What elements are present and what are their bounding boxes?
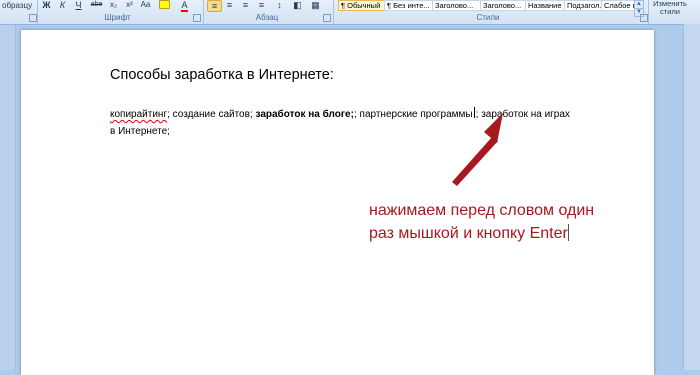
instruction-annotation: нажимаем перед словом один раз мышкой и … (369, 199, 594, 245)
group-separator (333, 0, 334, 24)
document-page[interactable]: Способы заработка в Интернете: копирайти… (21, 30, 654, 375)
highlighter-icon (159, 0, 170, 9)
bold-button[interactable]: Ж (40, 0, 53, 10)
align-right-button[interactable]: ≡ (239, 0, 252, 10)
text-run: ; партнерские программы (353, 109, 473, 120)
styles-launcher-icon[interactable] (640, 14, 648, 22)
subscript-button[interactable]: x₂ (107, 0, 120, 10)
change-case-button[interactable]: Aa (139, 0, 152, 10)
change-styles-button[interactable]: Изменить стили (650, 0, 690, 23)
superscript-button[interactable]: x² (123, 0, 136, 10)
misspelled-word: копирайтинг (110, 109, 168, 120)
paragraph-launcher-icon[interactable] (323, 14, 331, 22)
style-subtitle[interactable]: Подзагол... (564, 0, 602, 11)
group-separator (648, 0, 649, 24)
font-group-label: Шрифт (104, 13, 131, 22)
annotation-line-1: нажимаем перед словом один (369, 202, 595, 219)
style-normal[interactable]: ¶ Обычный (338, 0, 385, 11)
text-run: заработок на играх (481, 109, 570, 120)
group-separator (37, 0, 38, 24)
underline-button[interactable]: Ч (72, 0, 85, 10)
line-spacing-button[interactable]: ↕ (273, 0, 286, 10)
text-run: ; создание сайтов; (167, 109, 256, 120)
font-launcher-icon[interactable] (193, 14, 201, 22)
shading-button[interactable]: ◧ (291, 0, 304, 10)
document-heading: Способы заработка в Интернете: (110, 67, 334, 83)
vertical-scrollbar[interactable] (683, 24, 700, 370)
annotation-line-2-text: раз мышкой и кнопку Enter (369, 225, 568, 242)
align-left-button[interactable]: ≡ (207, 0, 222, 12)
style-title[interactable]: Название (525, 0, 565, 11)
font-color-button[interactable]: A (178, 0, 191, 12)
align-center-button[interactable]: ≡ (223, 0, 236, 10)
paragraph-line-1: копирайтинг; создание сайтов; заработок … (110, 106, 570, 123)
styles-group-label: Стили (476, 13, 500, 22)
borders-button[interactable]: ▦ (309, 0, 322, 10)
style-subtle-emphasis[interactable]: Слабое в... (601, 0, 637, 11)
document-paragraph: копирайтинг; создание сайтов; заработок … (110, 106, 570, 140)
bold-text-run: заработок на блоге (255, 109, 350, 120)
bold-phrase: заработок на блоге (255, 109, 351, 120)
group-separator (203, 0, 204, 24)
clipboard-launcher-icon[interactable] (29, 14, 37, 22)
style-no-spacing[interactable]: ¶ Без инте... (384, 0, 433, 11)
annotation-line-2: раз мышкой и кнопку Enter (369, 222, 594, 245)
text-cursor-icon (567, 224, 569, 241)
paragraph-group-label: Абзац (255, 13, 279, 22)
ribbon: образцу Ж К Ч abe x₂ x² Aa A Шрифт ≡ ≡ ≡… (0, 0, 700, 25)
highlight-button[interactable] (158, 0, 171, 10)
paragraph-line-2: в Интернете; (110, 126, 170, 137)
strikethrough-button[interactable]: abe (90, 0, 103, 10)
italic-button[interactable]: К (56, 0, 69, 10)
style-heading-2[interactable]: Заголово... (480, 0, 526, 11)
format-painter-label[interactable]: образцу (2, 1, 32, 12)
insertion-point (473, 107, 475, 118)
style-heading-1[interactable]: Заголово... (432, 0, 481, 11)
font-color-icon: A (181, 0, 188, 12)
vertical-ruler (0, 25, 16, 370)
justify-button[interactable]: ≡ (255, 0, 268, 10)
